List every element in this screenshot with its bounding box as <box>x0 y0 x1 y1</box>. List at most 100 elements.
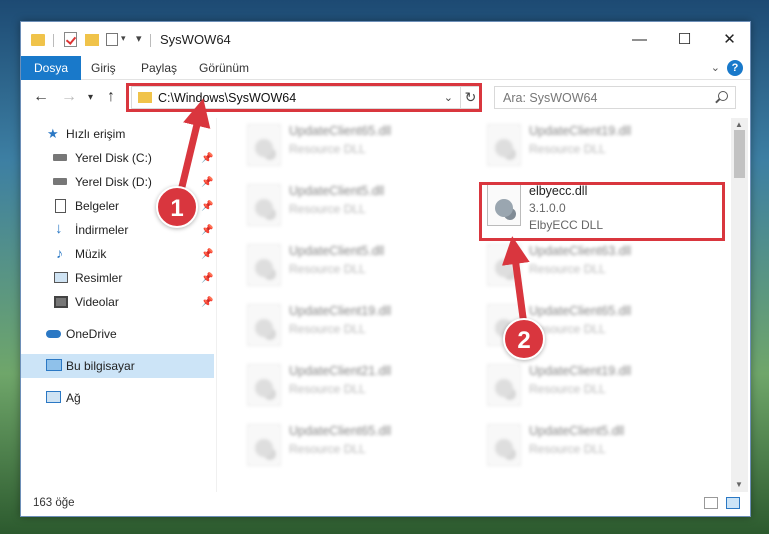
navigation-bar: ← → ▾ ↑ C:\Windows\SysWOW64 ⌄ ↻ Ara: Sys… <box>21 81 750 117</box>
pin-icon[interactable]: 📌 <box>201 177 213 188</box>
dll-file-icon <box>247 124 281 166</box>
sidebar-item-label: Belgeler <box>75 199 120 213</box>
scroll-up-icon[interactable]: ▲ <box>735 120 743 129</box>
file-name: UpdateClient5.dll <box>289 184 385 198</box>
search-input[interactable]: Ara: SysWOW64 <box>503 91 597 105</box>
qa-dropdown-icon[interactable]: ▾ <box>136 32 142 45</box>
dll-file-icon <box>247 244 281 286</box>
window-title: SysWOW64 <box>160 32 231 47</box>
minimize-button[interactable]: — <box>617 22 662 56</box>
sidebar-item-videos[interactable]: Videolar 📌 <box>21 290 214 314</box>
drive-icon <box>53 178 67 185</box>
status-bar: 163 öğe <box>21 492 750 516</box>
file-list: UpdateClient65.dll Resource DLL UpdateCl… <box>217 118 731 492</box>
dll-file-icon <box>247 364 281 406</box>
file-name: UpdateClient19.dll <box>529 124 632 138</box>
sidebar-item-label: Bu bilgisayar <box>66 359 135 373</box>
file-name: UpdateClient5.dll <box>529 424 625 438</box>
scrollbar-thumb[interactable] <box>734 130 745 178</box>
file-item[interactable]: UpdateClient19.dll Resource DLL <box>241 300 466 348</box>
navigation-pane: ★ Hızlı erişim Yerel Disk (C:) 📌 Yerel D… <box>21 118 216 492</box>
file-item[interactable]: UpdateClient63.dll Resource DLL <box>481 240 706 288</box>
sidebar-item-music[interactable]: ♪ Müzik 📌 <box>21 242 214 266</box>
scroll-down-icon[interactable]: ▼ <box>735 480 743 489</box>
file-item[interactable]: UpdateClient65.dll Resource DLL <box>241 120 466 168</box>
file-description: Resource DLL <box>529 142 606 156</box>
maximize-button[interactable]: ☐ <box>662 22 707 56</box>
dll-file-icon <box>487 364 521 406</box>
title-bar: ▾ ▾ SysWOW64 — ☐ ✕ <box>21 22 750 56</box>
file-item[interactable]: UpdateClient65.dll Resource DLL <box>241 420 466 468</box>
pictures-icon <box>54 272 68 283</box>
recent-locations-icon[interactable]: ▾ <box>88 92 93 103</box>
tab-dosya[interactable]: Dosya <box>21 56 82 80</box>
search-icon[interactable] <box>718 91 728 101</box>
search-box[interactable]: Ara: SysWOW64 <box>494 86 736 109</box>
file-name: UpdateClient19.dll <box>289 304 392 318</box>
sidebar-item-onedrive[interactable]: OneDrive <box>21 322 214 346</box>
step-1-badge: 1 <box>156 186 198 228</box>
music-icon: ♪ <box>56 245 63 261</box>
drive-icon <box>53 154 67 161</box>
file-description: Resource DLL <box>529 262 606 276</box>
caret-down-icon[interactable]: ▾ <box>121 33 126 44</box>
tiles-view-icon[interactable] <box>726 497 740 509</box>
dll-file-icon <box>247 184 281 226</box>
video-icon <box>54 296 68 308</box>
up-button[interactable]: ↑ <box>107 88 115 106</box>
explorer-window: ▾ ▾ SysWOW64 — ☐ ✕ Dosya Giriş Paylaş Gö… <box>20 21 751 517</box>
details-view-icon[interactable] <box>704 497 718 509</box>
file-description: Resource DLL <box>289 322 366 336</box>
file-item[interactable]: UpdateClient19.dll Resource DLL <box>481 360 706 408</box>
qa-separator <box>53 34 54 47</box>
pin-icon[interactable]: 📌 <box>201 273 213 284</box>
file-name: UpdateClient65.dll <box>289 124 392 138</box>
network-icon <box>46 391 61 403</box>
sidebar-item-quick-access[interactable]: ★ Hızlı erişim <box>21 122 214 146</box>
file-highlight-box <box>479 182 725 241</box>
sidebar-item-local-disk-c[interactable]: Yerel Disk (C:) 📌 <box>21 146 214 170</box>
file-description: Resource DLL <box>529 442 606 456</box>
help-icon[interactable]: ? <box>727 60 743 76</box>
file-description: Resource DLL <box>289 202 366 216</box>
vertical-scrollbar[interactable]: ▲ ▼ <box>731 118 748 492</box>
file-description: Resource DLL <box>289 442 366 456</box>
download-icon: ↓ <box>55 220 63 237</box>
tab-paylas[interactable]: Paylaş <box>141 56 177 80</box>
pin-icon[interactable]: 📌 <box>201 297 213 308</box>
title-separator <box>150 34 151 47</box>
properties-check-icon[interactable] <box>64 32 77 47</box>
tab-giris[interactable]: Giriş <box>91 56 116 80</box>
customize-icon[interactable] <box>106 33 118 46</box>
sidebar-item-this-pc[interactable]: Bu bilgisayar <box>21 354 214 378</box>
file-item[interactable]: UpdateClient21.dll Resource DLL <box>241 360 466 408</box>
file-item[interactable]: UpdateClient5.dll Resource DLL <box>241 240 466 288</box>
sidebar-item-pictures[interactable]: Resimler 📌 <box>21 266 214 290</box>
sidebar-item-label: OneDrive <box>66 327 117 341</box>
pin-icon[interactable]: 📌 <box>201 201 213 212</box>
pin-icon[interactable]: 📌 <box>201 249 213 260</box>
new-folder-icon[interactable] <box>85 34 99 46</box>
sidebar-item-label: İndirmeler <box>75 223 129 237</box>
pin-icon[interactable]: 📌 <box>201 153 213 164</box>
step-2-badge: 2 <box>503 318 545 360</box>
file-name: UpdateClient21.dll <box>289 364 392 378</box>
tab-gorunum[interactable]: Görünüm <box>199 56 249 80</box>
forward-button[interactable]: → <box>61 88 77 106</box>
pin-icon[interactable]: 📌 <box>201 225 213 236</box>
file-name: UpdateClient19.dll <box>529 364 632 378</box>
file-description: Resource DLL <box>289 382 366 396</box>
sidebar-item-label: Ağ <box>66 391 81 405</box>
address-highlight-box <box>126 83 482 112</box>
sidebar-item-network[interactable]: Ağ <box>21 386 214 410</box>
file-item[interactable]: UpdateClient5.dll Resource DLL <box>241 180 466 228</box>
file-item[interactable]: UpdateClient19.dll Resource DLL <box>481 120 706 168</box>
ribbon-expand-icon[interactable]: ⌄ <box>711 61 720 74</box>
close-button[interactable]: ✕ <box>707 22 752 56</box>
back-button[interactable]: ← <box>33 88 49 106</box>
file-item[interactable]: UpdateClient5.dll Resource DLL <box>481 420 706 468</box>
file-name: UpdateClient63.dll <box>529 244 632 258</box>
item-count: 163 öğe <box>33 497 75 509</box>
star-icon: ★ <box>47 126 59 141</box>
file-name: UpdateClient65.dll <box>289 424 392 438</box>
